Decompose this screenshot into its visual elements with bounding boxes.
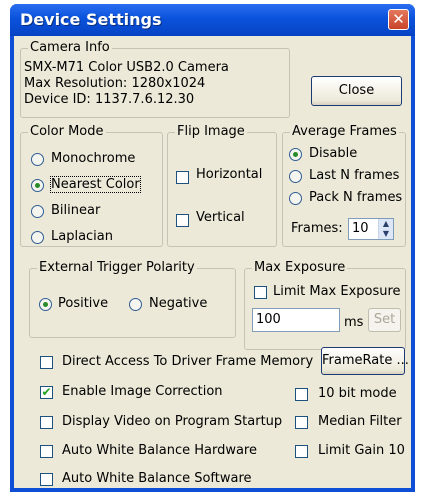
flip-image-group: Flip Image — [167, 124, 277, 247]
display-on-startup-checkbox[interactable] — [40, 416, 53, 429]
framerate-button[interactable]: FrameRate ... — [321, 347, 409, 375]
enable-image-correction-checkbox[interactable]: ✔ — [40, 386, 53, 399]
color-mode-laplacian-radio[interactable] — [31, 231, 44, 244]
frames-spin-down-icon[interactable]: ▼ — [378, 229, 393, 239]
ten-bit-mode-checkbox[interactable] — [295, 388, 308, 401]
average-pack-n-radio[interactable] — [289, 192, 302, 205]
color-mode-laplacian-label: Laplacian — [51, 229, 114, 244]
awb-hardware-checkbox[interactable] — [40, 445, 53, 458]
median-filter-label: Median Filter — [318, 414, 402, 429]
max-exposure-label: Max Exposure — [252, 260, 348, 275]
average-last-n-label: Last N frames — [309, 168, 400, 183]
direct-access-label: Direct Access To Driver Frame Memory — [62, 354, 314, 369]
color-mode-nearest-color-label: Nearest Color — [50, 176, 141, 193]
trigger-negative-label: Negative — [149, 296, 208, 311]
frames-label: Frames: — [291, 221, 343, 236]
dialog-client-area: Camera Info SMX-M71 Color USB2.0 Camera … — [14, 36, 411, 488]
flip-vertical-checkbox[interactable] — [176, 214, 189, 227]
average-frames-label: Average Frames — [290, 124, 399, 139]
limit-gain-checkbox[interactable] — [295, 445, 308, 458]
trigger-polarity-label: External Trigger Polarity — [37, 260, 197, 275]
awb-software-checkbox[interactable] — [40, 473, 53, 486]
color-mode-monochrome-radio[interactable] — [31, 153, 44, 166]
enable-image-correction-label: Enable Image Correction — [62, 384, 223, 399]
trigger-positive-label: Positive — [58, 296, 109, 311]
awb-hardware-label: Auto White Balance Hardware — [62, 443, 257, 458]
flip-vertical-label: Vertical — [196, 210, 245, 225]
max-resolution-text: Max Resolution: 1280x1024 — [24, 76, 206, 91]
frames-spin-up-icon[interactable]: ▲ — [378, 219, 393, 229]
flip-horizontal-label: Horizontal — [196, 167, 263, 182]
window-close-icon[interactable]: ✕ — [388, 9, 409, 30]
awb-software-label: Auto White Balance Software — [62, 471, 252, 486]
frames-spinner-input[interactable]: 10 ▲ ▼ — [348, 218, 394, 240]
limit-max-exposure-checkbox[interactable] — [254, 286, 267, 299]
color-mode-nearest-color-radio[interactable] — [31, 179, 44, 192]
color-mode-label: Color Mode — [28, 124, 106, 139]
color-mode-monochrome-label: Monochrome — [51, 151, 136, 166]
exposure-unit-ms: ms — [344, 315, 364, 330]
flip-horizontal-checkbox[interactable] — [176, 171, 189, 184]
ten-bit-mode-label: 10 bit mode — [318, 386, 397, 401]
average-disable-label: Disable — [309, 146, 358, 161]
max-exposure-input[interactable]: 100 — [252, 308, 340, 332]
flip-image-label: Flip Image — [175, 124, 247, 139]
color-mode-bilinear-radio[interactable] — [31, 205, 44, 218]
display-on-startup-label: Display Video on Program Startup — [62, 414, 283, 429]
device-id-text: Device ID: 1137.7.6.12.30 — [24, 92, 195, 107]
average-last-n-radio[interactable] — [289, 170, 302, 183]
camera-model-text: SMX-M71 Color USB2.0 Camera — [24, 60, 229, 75]
camera-info-group: Camera Info SMX-M71 Color USB2.0 Camera … — [20, 40, 290, 118]
average-disable-radio[interactable] — [289, 148, 302, 161]
device-settings-window: Device Settings ✕ Camera Info SMX-M71 Co… — [10, 4, 415, 492]
window-title: Device Settings — [20, 10, 162, 29]
title-bar[interactable]: Device Settings ✕ — [10, 4, 415, 36]
set-exposure-button[interactable]: Set — [368, 308, 401, 332]
limit-gain-label: Limit Gain 10 — [318, 443, 405, 458]
median-filter-checkbox[interactable] — [295, 416, 308, 429]
average-pack-n-label: Pack N frames — [309, 190, 403, 205]
color-mode-bilinear-label: Bilinear — [51, 203, 101, 218]
limit-max-exposure-label: Limit Max Exposure — [273, 284, 401, 299]
frames-value: 10 — [352, 221, 369, 236]
trigger-positive-radio[interactable] — [39, 298, 52, 311]
close-button[interactable]: Close — [311, 76, 402, 106]
camera-info-label: Camera Info — [28, 40, 112, 55]
direct-access-checkbox[interactable] — [40, 356, 53, 369]
trigger-negative-radio[interactable] — [129, 298, 142, 311]
